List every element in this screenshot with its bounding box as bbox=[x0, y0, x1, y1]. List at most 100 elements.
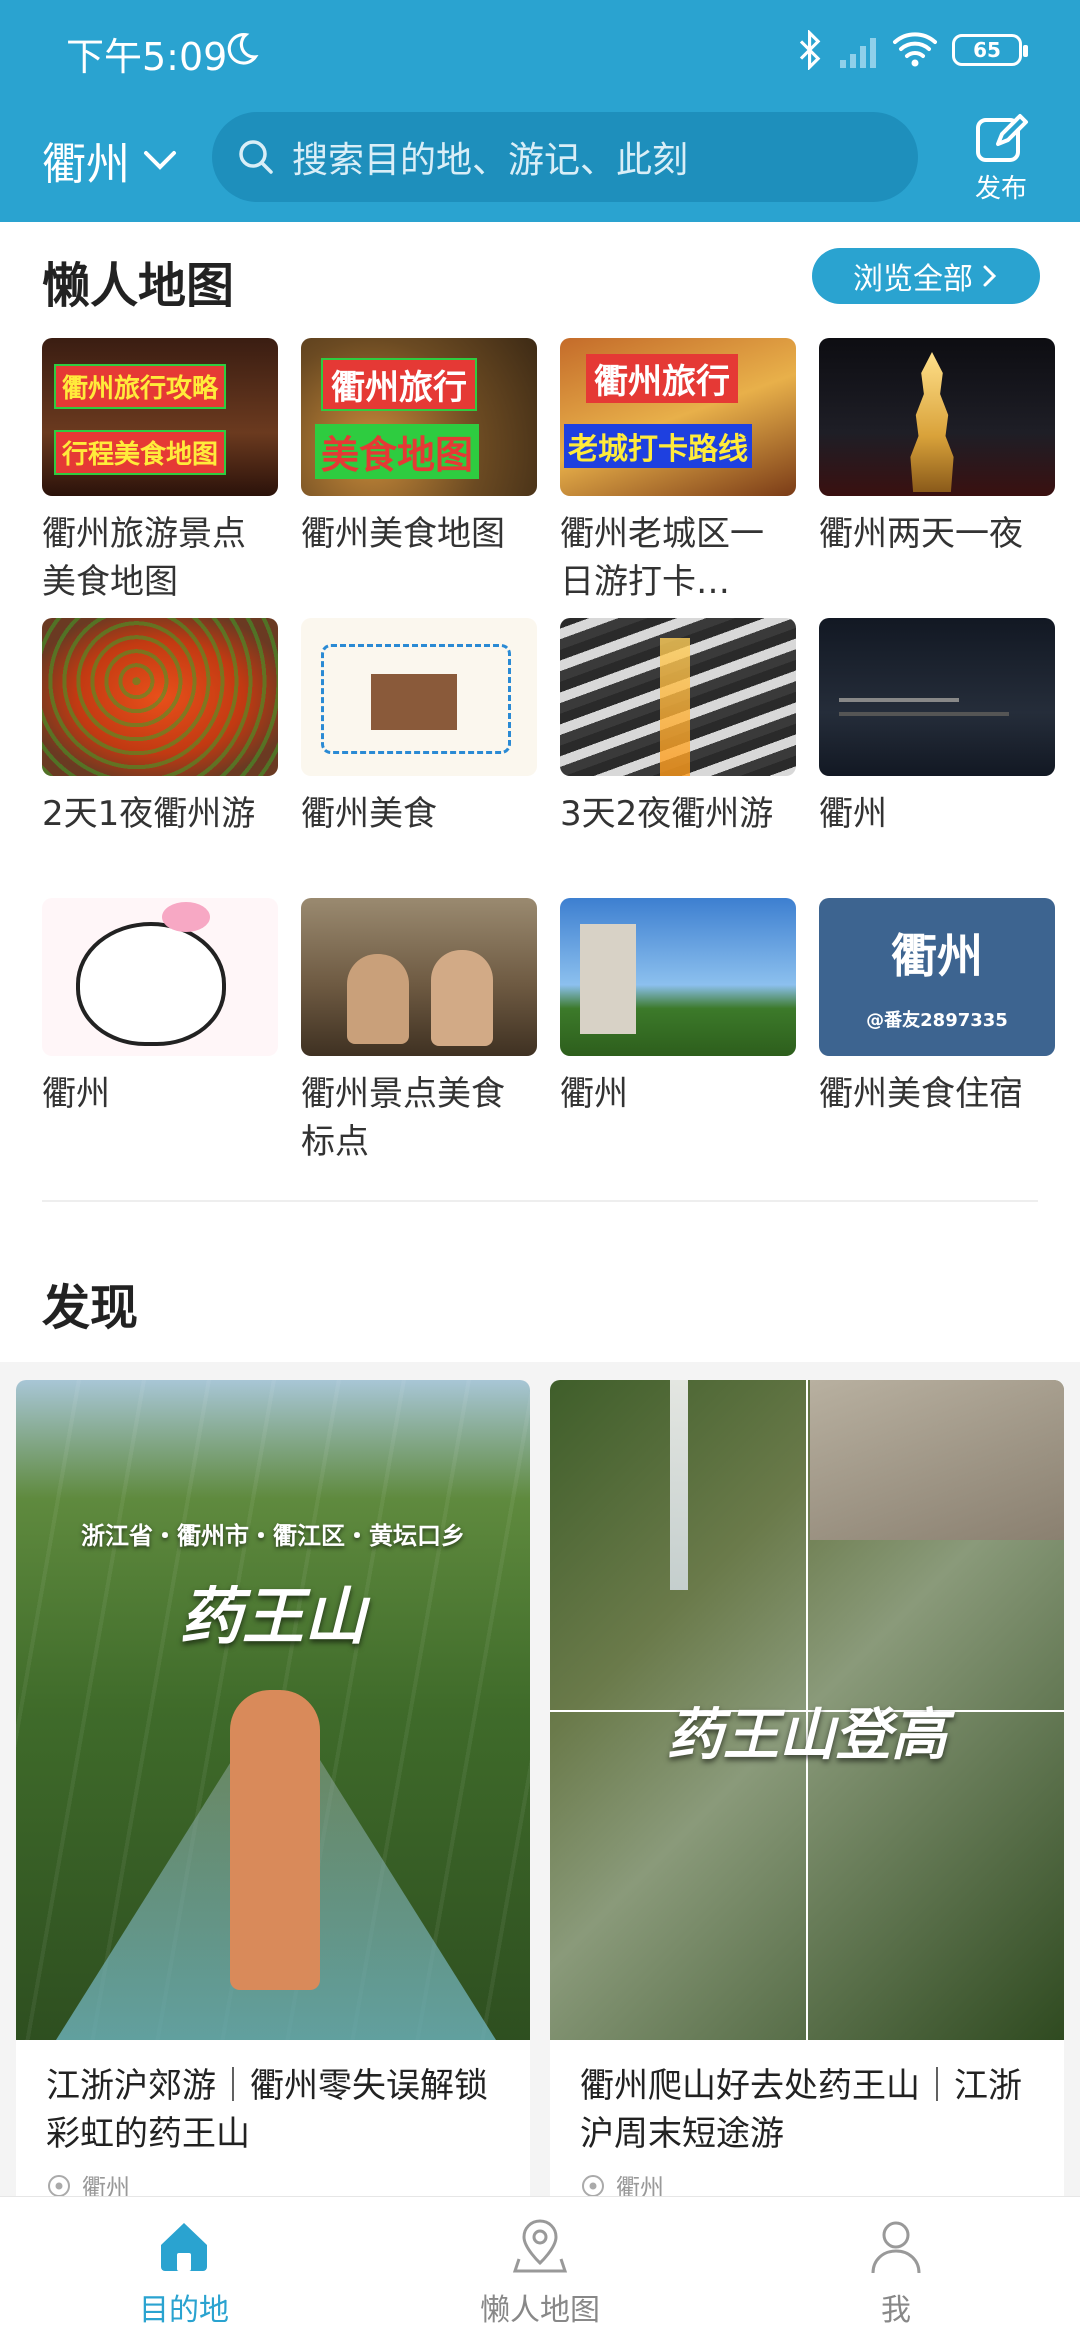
map-card[interactable]: 衢州 @番友2897335 衢州美食住宿 bbox=[819, 898, 1055, 1118]
pagoda-image bbox=[910, 352, 954, 492]
image-overlay-text: 药王山 bbox=[179, 1580, 366, 1653]
discover-card[interactable]: 药王山登高 衢州爬山好去处药王山｜江浙沪周末短途游 衢州 bbox=[550, 1380, 1064, 2220]
user-icon bbox=[871, 2221, 921, 2274]
rock-image bbox=[810, 1380, 1064, 1540]
thumbnail-tag: 行程美食地图 bbox=[54, 430, 227, 475]
tab-label: 我 bbox=[881, 2293, 911, 2328]
map-caption: 衢州景点美食标点 bbox=[301, 1074, 505, 1162]
tab-label: 目的地 bbox=[139, 2293, 229, 2328]
discover-card[interactable]: 浙江省・衢州市・衢江区・黄坛口乡 药王山 江浙沪郊游｜衢州零失误解锁彩虹的药王山… bbox=[16, 1380, 530, 2220]
map-caption: 3天2夜衢州游 bbox=[560, 794, 774, 834]
map-card[interactable]: 衢州美食 bbox=[301, 618, 537, 838]
map-thumbnail: 衢州旅行 美食地图 bbox=[301, 338, 537, 496]
status-time: 下午5:09 bbox=[66, 35, 228, 79]
map-thumbnail bbox=[560, 898, 796, 1056]
discover-card-title: 江浙沪郊游｜衢州零失误解锁彩虹的药王山 bbox=[46, 2066, 488, 2154]
wifi-icon bbox=[893, 32, 937, 67]
battery-indicator: 65 bbox=[952, 34, 1028, 66]
map-thumbnail: 衢州 @番友2897335 bbox=[819, 898, 1055, 1056]
edit-icon bbox=[976, 114, 1028, 162]
discover-image: 药王山登高 bbox=[550, 1380, 1064, 2040]
status-bar: 下午5:09 65 bbox=[0, 0, 1080, 104]
discover-image: 浙江省・衢州市・衢江区・黄坛口乡 药王山 bbox=[16, 1380, 530, 2040]
map-card[interactable]: 衢州 bbox=[42, 898, 278, 1118]
map-thumbnail bbox=[560, 618, 796, 776]
waterfall-image bbox=[670, 1380, 688, 1590]
map-thumbnail bbox=[819, 338, 1055, 496]
map-thumbnail bbox=[301, 898, 537, 1056]
bluetooth-icon bbox=[799, 30, 821, 70]
bottom-tab-bar: 目的地 懒人地图 我 bbox=[0, 2196, 1080, 2340]
map-caption: 衢州 bbox=[42, 1074, 110, 1114]
location-icon bbox=[48, 2174, 70, 2197]
signal-icon bbox=[840, 38, 876, 68]
map-thumbnail bbox=[301, 618, 537, 776]
map-thumbnail: 衢州旅行攻略 行程美食地图 bbox=[42, 338, 278, 496]
map-caption: 衢州两天一夜 bbox=[819, 514, 1023, 554]
moon-icon bbox=[227, 33, 259, 65]
map-card[interactable]: 衢州旅行 老城打卡路线 衢州老城区一日游打卡… bbox=[560, 338, 796, 606]
thumbnail-tag: 衢州旅行 bbox=[586, 354, 738, 403]
tab-me[interactable]: 我 bbox=[796, 2215, 996, 2329]
food-image bbox=[42, 618, 278, 776]
weather-line bbox=[839, 712, 1009, 716]
search-icon bbox=[239, 140, 273, 174]
tab-destination[interactable]: 目的地 bbox=[84, 2215, 284, 2329]
thumbnail-tag: @番友2897335 bbox=[866, 1010, 1008, 1031]
city-selector[interactable]: 衢州 bbox=[42, 130, 180, 190]
map-pin-icon bbox=[512, 2219, 568, 2273]
thumbnail-tag: 美食地图 bbox=[315, 424, 480, 479]
map-card[interactable]: 2天1夜衢州游 bbox=[42, 618, 278, 838]
browse-all-button[interactable]: 浏览全部 bbox=[812, 248, 1040, 304]
browse-all-label: 浏览全部 bbox=[853, 262, 973, 297]
publish-button[interactable]: 发布 bbox=[966, 110, 1036, 205]
map-caption: 衢州旅游景点美食地图 bbox=[42, 514, 246, 602]
map-caption: 衢州 bbox=[819, 794, 887, 834]
map-card[interactable]: 衢州旅行攻略 行程美食地图 衢州旅游景点美食地图 bbox=[42, 338, 278, 606]
bow-shape bbox=[162, 902, 210, 932]
search-placeholder: 搜索目的地、游记、此刻 bbox=[292, 140, 689, 181]
map-caption: 衢州美食 bbox=[301, 794, 437, 834]
tab-lazy-map[interactable]: 懒人地图 bbox=[440, 2215, 640, 2329]
discover-title: 发现 bbox=[42, 1280, 139, 1336]
street-light bbox=[660, 638, 690, 776]
map-caption: 2天1夜衢州游 bbox=[42, 794, 256, 834]
lazy-map-title: 懒人地图 bbox=[42, 258, 235, 314]
discover-card-title: 衢州爬山好去处药王山｜江浙沪周末短途游 bbox=[580, 2066, 1022, 2154]
map-card[interactable]: 衢州景点美食标点 bbox=[301, 898, 537, 1166]
map-thumbnail bbox=[42, 618, 278, 776]
publish-label: 发布 bbox=[974, 174, 1027, 204]
home-icon bbox=[161, 2223, 207, 2271]
cat-figure bbox=[431, 950, 493, 1046]
image-overlay-text: 药王山登高 bbox=[667, 1703, 947, 1768]
chevron-down-icon bbox=[144, 151, 176, 170]
map-thumbnail bbox=[42, 898, 278, 1056]
image-overlay-text: 浙江省・衢州市・衢江区・黄坛口乡 bbox=[81, 1522, 465, 1550]
weather-line bbox=[839, 698, 959, 702]
building-image bbox=[371, 674, 457, 730]
location-icon bbox=[582, 2174, 604, 2197]
thumbnail-tag: 老城打卡路线 bbox=[564, 424, 752, 468]
thumbnail-tag: 衢州旅行攻略 bbox=[54, 364, 227, 409]
section-divider bbox=[42, 1200, 1038, 1202]
cat-avatar bbox=[76, 922, 226, 1046]
thumbnail-tag: 衢州 bbox=[891, 929, 983, 983]
map-card[interactable]: 衢州 bbox=[819, 618, 1055, 838]
map-card[interactable]: 衢州旅行 美食地图 衢州美食地图 bbox=[301, 338, 537, 558]
cat-figure bbox=[347, 954, 409, 1044]
map-card[interactable]: 衢州 bbox=[560, 898, 796, 1118]
chevron-right-icon bbox=[983, 265, 997, 287]
thumbnail-tag: 衢州旅行 bbox=[321, 358, 477, 411]
map-card[interactable]: 衢州两天一夜 bbox=[819, 338, 1055, 558]
map-caption: 衢州 bbox=[560, 1074, 628, 1114]
building-image bbox=[580, 924, 636, 1034]
map-thumbnail: 衢州旅行 老城打卡路线 bbox=[560, 338, 796, 496]
map-caption: 衢州美食住宿 bbox=[819, 1074, 1023, 1114]
top-bar: 下午5:09 65 衢州 搜索目的地、游记、此刻 发布 bbox=[0, 0, 1080, 222]
map-card[interactable]: 3天2夜衢州游 bbox=[560, 618, 796, 838]
search-bar[interactable]: 搜索目的地、游记、此刻 bbox=[212, 112, 918, 202]
city-name: 衢州 bbox=[42, 139, 130, 190]
person-figure bbox=[230, 1690, 320, 1990]
map-caption: 衢州老城区一日游打卡… bbox=[560, 514, 764, 602]
map-thumbnail bbox=[819, 618, 1055, 776]
